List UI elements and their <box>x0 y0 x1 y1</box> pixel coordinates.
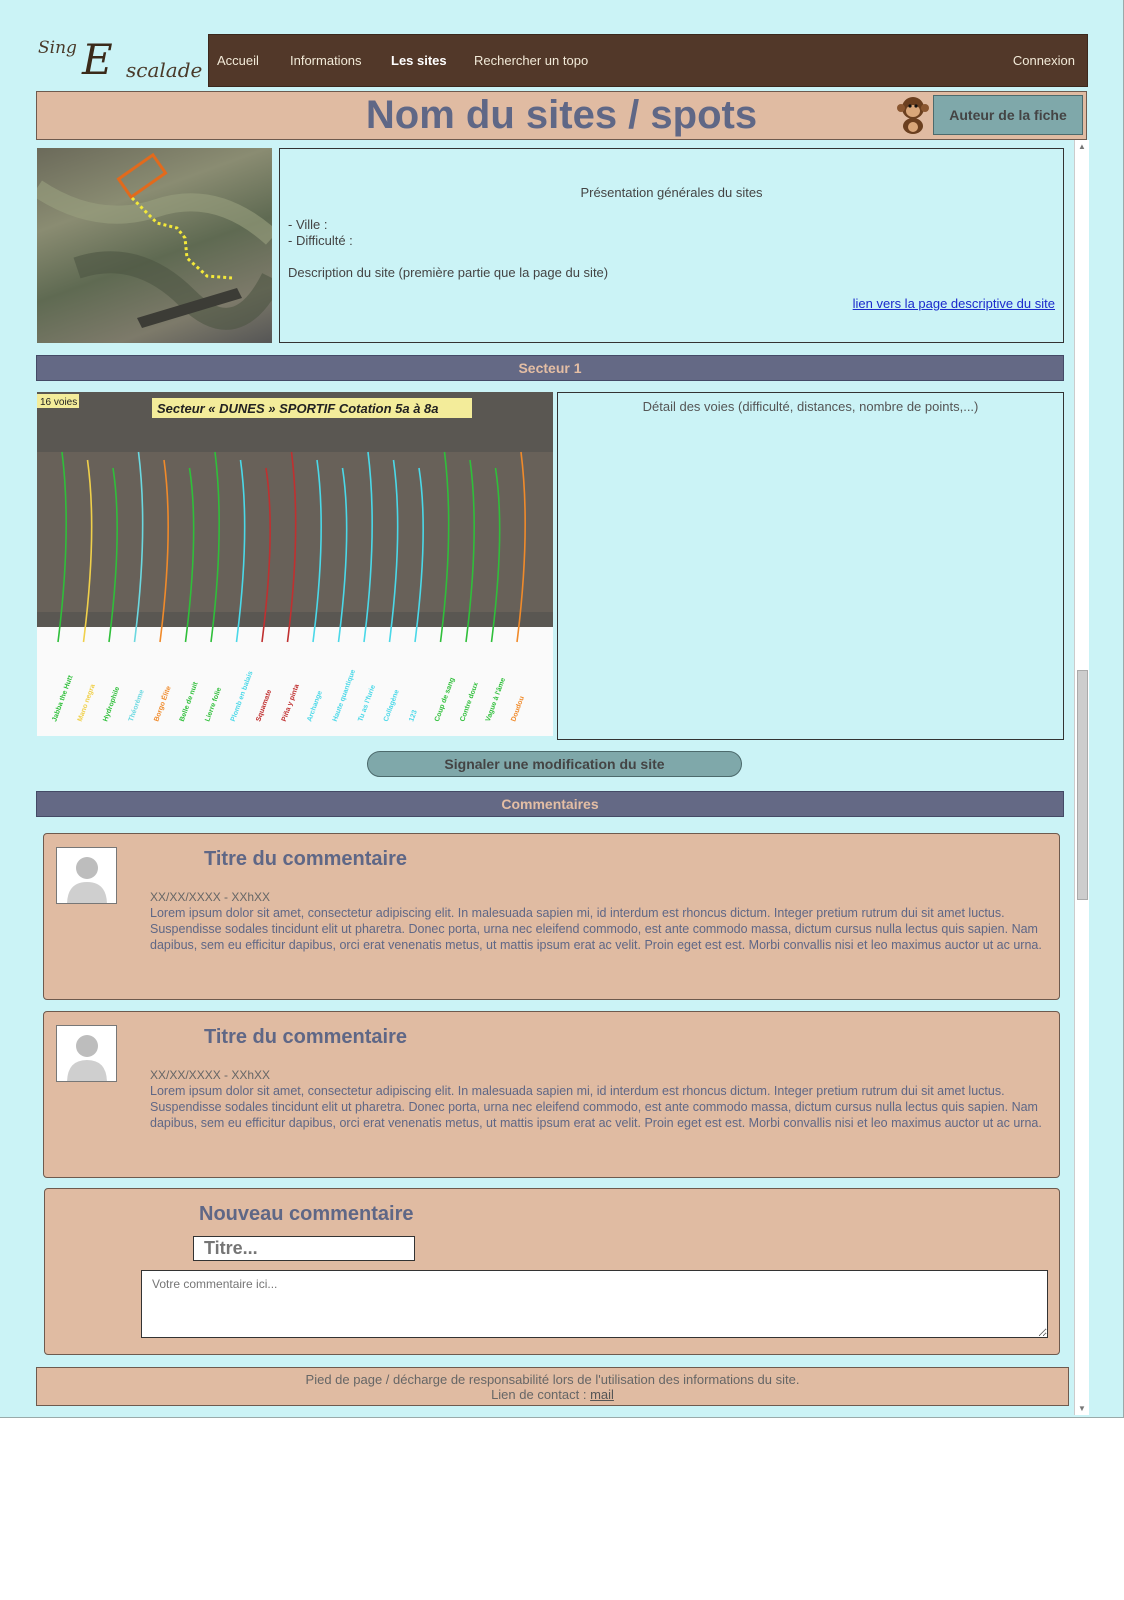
comment-text: Lorem ipsum dolor sit amet, consectetur … <box>150 1084 1042 1130</box>
sector-route-count: 16 voies <box>40 397 77 408</box>
comment-card: Titre du commentaire XX/XX/XXXX - XXhXX … <box>43 1011 1060 1178</box>
comment-textarea[interactable] <box>141 1270 1048 1338</box>
comment-title: Titre du commentaire <box>204 848 408 870</box>
main-nav: Accueil Informations Les sites Recherche… <box>208 34 1088 87</box>
sector-detail-box: Détail des voies (difficulté, distances,… <box>557 392 1064 740</box>
scrollbar[interactable]: ▲ ▼ <box>1074 140 1089 1415</box>
site-ville: - Ville : <box>288 217 328 232</box>
logo-text-sing: Sing <box>38 38 77 58</box>
footer-contact-label: Lien de contact : <box>491 1387 587 1402</box>
nav-informations[interactable]: Informations <box>290 53 362 68</box>
logo[interactable]: Sing E scalade <box>38 38 204 86</box>
nav-connexion[interactable]: Connexion <box>1013 53 1075 68</box>
scrollbar-thumb[interactable] <box>1077 670 1088 900</box>
logo-text-scalade: scalade <box>126 58 203 82</box>
comment-title-input[interactable] <box>193 1236 415 1261</box>
sector-header: Secteur 1 <box>36 355 1064 381</box>
nav-rechercher-topo[interactable]: Rechercher un topo <box>474 53 588 68</box>
sector-topo-image: Secteur « DUNES » SPORTIF Cotation 5a à … <box>37 392 553 736</box>
logo-text-e: E <box>82 35 113 84</box>
sector-detail-text: Détail des voies (difficulté, distances,… <box>642 399 979 414</box>
sector-photo-caption: Secteur « DUNES » SPORTIF Cotation 5a à … <box>157 401 439 416</box>
comment-date: XX/XX/XXXX - XXhXX <box>150 890 271 904</box>
author-button[interactable]: Auteur de la fiche <box>933 95 1083 135</box>
footer-disclaimer: Pied de page / décharge de responsabilit… <box>305 1372 800 1387</box>
report-modification-button[interactable]: Signaler une modification du site <box>367 751 742 777</box>
new-comment-title: Nouveau commentaire <box>199 1203 414 1225</box>
footer: Pied de page / décharge de responsabilit… <box>36 1367 1069 1406</box>
scroll-down-icon[interactable]: ▼ <box>1077 1404 1087 1413</box>
site-description: Description du site (première partie que… <box>288 265 609 280</box>
comment-card: Titre du commentaire XX/XX/XXXX - XXhXX … <box>43 833 1060 1000</box>
site-difficulte: - Difficulté : <box>288 233 353 248</box>
comment-date: XX/XX/XXXX - XXhXX <box>150 1068 271 1082</box>
new-comment-form: Nouveau commentaire <box>44 1188 1060 1355</box>
avatar-icon <box>56 847 117 904</box>
comment-title: Titre du commentaire <box>204 1026 408 1048</box>
site-description-box: Présentation générales du sites - Ville … <box>279 148 1064 343</box>
page: Sing E scalade Accueil Informations Les … <box>0 0 1124 1418</box>
scroll-up-icon[interactable]: ▲ <box>1077 142 1087 151</box>
monkey-icon <box>897 97 929 134</box>
site-description-link[interactable]: lien vers la page descriptive du site <box>853 296 1055 311</box>
comment-text: Lorem ipsum dolor sit amet, consectetur … <box>150 906 1042 952</box>
footer-contact-link[interactable]: mail <box>590 1387 614 1402</box>
site-title-bar: Nom du sites / spots Auteur de la fiche <box>36 91 1087 140</box>
nav-accueil[interactable]: Accueil <box>217 53 259 68</box>
comments-header: Commentaires <box>36 791 1064 817</box>
nav-les-sites[interactable]: Les sites <box>391 53 447 68</box>
avatar-icon <box>56 1025 117 1082</box>
site-photo <box>37 148 272 343</box>
site-presentation: Présentation générales du sites <box>580 185 763 200</box>
